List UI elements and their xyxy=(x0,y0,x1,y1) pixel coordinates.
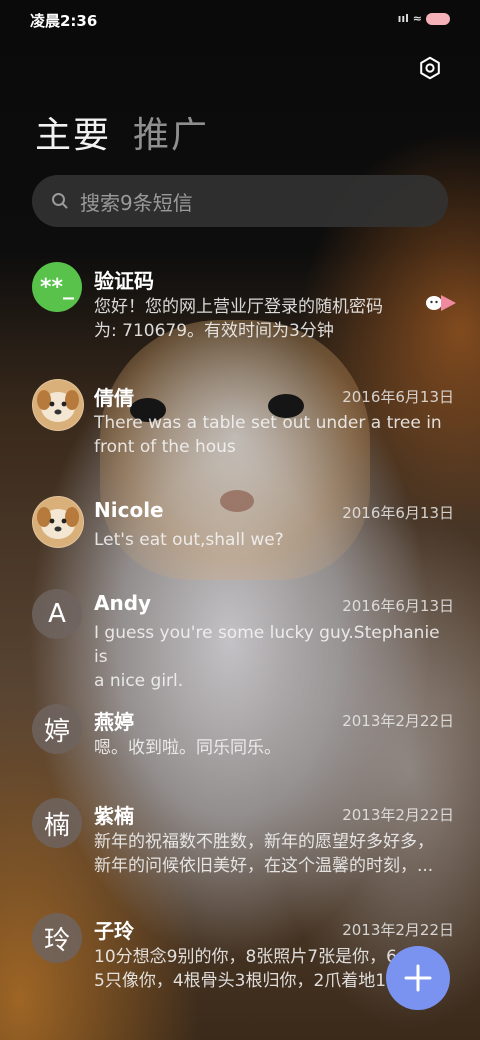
message-date: 2016年6月13日 xyxy=(342,388,454,406)
tab-primary[interactable]: 主要 xyxy=(35,106,111,158)
status-bar: 凌晨2:36 ııl ≈ xyxy=(30,8,450,34)
search-placeholder: 搜索9条短信 xyxy=(80,190,193,215)
sender-name: 紫楠 xyxy=(94,804,134,828)
message-preview: 嗯。收到啦。同乐同乐。 xyxy=(94,738,281,758)
message-item[interactable]: 婷 燕婷 2013年2月22日 嗯。收到啦。同乐同乐。 xyxy=(0,704,480,784)
battery-icon xyxy=(426,12,450,25)
message-item[interactable]: Nicole 2016年6月13日 Let's eat out,shall we… xyxy=(0,492,480,572)
gear-icon[interactable] xyxy=(418,56,442,80)
plus-icon xyxy=(404,964,432,992)
message-item[interactable]: 楠 紫楠 2013年2月22日 新年的祝福数不胜数，新年的愿望好多好多， 新年的… xyxy=(0,796,480,896)
dog-avatar-icon xyxy=(37,507,79,539)
compose-button[interactable] xyxy=(386,946,450,1010)
message-item[interactable]: **_ 验证码 您好！您的网上营业厅登录的随机密码 为: 710679。有效时间… xyxy=(0,255,480,355)
signal-icon: ııl ≈ xyxy=(397,12,422,25)
dog-avatar-icon xyxy=(37,390,79,422)
avatar: 婷 xyxy=(32,704,82,754)
message-date: 2013年2月22日 xyxy=(342,712,454,730)
message-preview: There was a table set out under a tree i… xyxy=(94,413,442,457)
message-preview: 新年的祝福数不胜数，新年的愿望好多好多， 新年的问候依旧美好，在这个温馨的时刻，… xyxy=(94,832,434,876)
message-date: 2016年6月13日 xyxy=(342,504,454,522)
sender-name: Nicole xyxy=(94,498,164,522)
message-date: 2013年2月22日 xyxy=(342,921,454,939)
sender-name: 验证码 xyxy=(94,269,154,293)
search-icon xyxy=(52,193,68,209)
sender-name: 倩倩 xyxy=(94,386,134,410)
message-date: 2013年2月22日 xyxy=(342,806,454,824)
message-preview: 您好！您的网上营业厅登录的随机密码 为: 710679。有效时间为3分钟 xyxy=(94,297,383,341)
sender-name: 子玲 xyxy=(94,919,134,943)
sender-name: 燕婷 xyxy=(94,710,134,734)
avatar: 玲 xyxy=(32,913,82,963)
avatar xyxy=(32,496,84,548)
status-time: 凌晨2:36 xyxy=(30,12,98,30)
avatar: 楠 xyxy=(32,798,82,848)
message-item[interactable]: A Andy 2016年6月13日 I guess you're some lu… xyxy=(0,587,480,691)
avatar xyxy=(32,379,84,431)
sticker-icon xyxy=(426,295,456,311)
avatar: A xyxy=(32,589,82,639)
avatar: **_ xyxy=(32,262,82,312)
message-date: 2016年6月13日 xyxy=(342,597,454,615)
search-bar[interactable]: 搜索9条短信 xyxy=(32,175,448,227)
message-item[interactable]: 倩倩 2016年6月13日 There was a table set out … xyxy=(0,375,480,475)
message-preview: Let's eat out,shall we? xyxy=(94,530,284,550)
category-tabs: 主要 推广 xyxy=(35,106,209,158)
sender-name: Andy xyxy=(94,591,152,615)
status-icons: ııl ≈ xyxy=(398,12,450,25)
tab-promotions[interactable]: 推广 xyxy=(133,106,209,158)
message-preview: I guess you're some lucky guy.Stephanie … xyxy=(94,623,440,691)
